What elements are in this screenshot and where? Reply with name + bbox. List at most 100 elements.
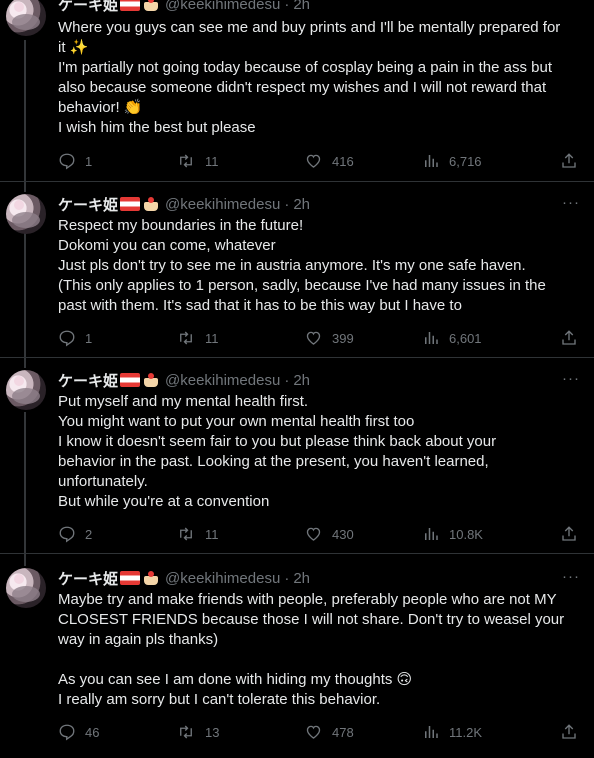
views-icon xyxy=(425,528,438,540)
like-button[interactable]: 478 xyxy=(304,723,422,741)
reply-count: 1 xyxy=(85,330,93,346)
retweet-count: 11 xyxy=(205,526,219,542)
tweet-actions: 1 11 399 6,601 xyxy=(58,328,578,348)
tweet-header: ケーキ姫 @keekihimedesu · 2h xyxy=(58,194,310,214)
tweet[interactable]: ケーキ姫 @keekihimedesu · 2h ··· Respect my … xyxy=(0,182,594,358)
views-icon xyxy=(425,155,438,167)
tweet-header: ケーキ姫 @keekihimedesu · 2h xyxy=(58,568,310,588)
tweet-line xyxy=(58,650,578,670)
handle[interactable]: @keekihimedesu xyxy=(165,0,280,13)
retweet-button[interactable]: 11 xyxy=(176,525,304,543)
retweet-button[interactable]: 13 xyxy=(176,723,304,741)
reply-button[interactable]: 1 xyxy=(58,329,176,347)
tweet-line: (This only applies to 1 person, sadly, b… xyxy=(58,277,546,294)
tweet-text: Maybe try and make friends with people, … xyxy=(58,590,578,710)
view-count: 10.8K xyxy=(449,526,483,542)
share-button[interactable] xyxy=(560,525,578,543)
reply-button[interactable]: 2 xyxy=(58,525,176,543)
tweet-line: But while you're at a convention xyxy=(58,493,270,510)
handle[interactable]: @keekihimedesu xyxy=(165,570,280,587)
display-name[interactable]: ケーキ姫 xyxy=(58,0,118,15)
tweet-line: Just pls don't try to see me in austria … xyxy=(58,257,526,274)
reply-button[interactable]: 46 xyxy=(58,723,176,741)
tweet-line: I know it doesn't seem fair to you but p… xyxy=(58,433,497,450)
like-count: 478 xyxy=(332,724,354,740)
avatar[interactable] xyxy=(6,370,46,410)
avatar[interactable] xyxy=(6,0,46,36)
tweet[interactable]: ケーキ姫 @keekihimedesu · 2h Where you guys … xyxy=(0,0,594,182)
tweet-actions: 2 11 430 10.8K xyxy=(58,524,578,544)
display-name[interactable]: ケーキ姫 xyxy=(58,194,118,215)
tweet-line: way in again pls thanks) xyxy=(58,631,219,648)
view-count: 11.2K xyxy=(449,724,483,740)
tweet[interactable]: ケーキ姫 @keekihimedesu · 2h ··· Maybe try a… xyxy=(0,554,594,758)
timestamp[interactable]: 2h xyxy=(293,0,310,13)
handle[interactable]: @keekihimedesu xyxy=(165,196,280,213)
views-icon xyxy=(425,726,438,738)
share-icon xyxy=(562,526,576,541)
cake-icon xyxy=(143,0,159,12)
reply-icon xyxy=(59,330,75,347)
austria-flag-icon xyxy=(120,571,141,585)
tweet-line: I'm partially not going today because of… xyxy=(58,59,553,76)
reply-icon xyxy=(59,526,75,543)
tweet-line: behavior in the past. Looking at the pre… xyxy=(58,453,489,470)
cake-icon xyxy=(143,570,159,586)
separator-dot: · xyxy=(284,371,290,389)
cake-icon xyxy=(143,196,159,212)
tweet-text: Respect my boundaries in the future! Dok… xyxy=(58,216,578,316)
tweet-line: I really am sorry but I can't tolerate t… xyxy=(58,691,381,708)
tweet-header: ケーキ姫 @keekihimedesu · 2h xyxy=(58,370,310,390)
share-button[interactable] xyxy=(560,152,578,170)
reply-count: 2 xyxy=(85,526,93,542)
retweet-icon xyxy=(180,154,192,168)
retweet-count: 11 xyxy=(205,330,219,346)
display-name[interactable]: ケーキ姫 xyxy=(58,370,118,391)
like-count: 416 xyxy=(332,153,354,169)
tweet-line: I wish him the best but please xyxy=(58,119,256,136)
tweet-line: CLOSEST FRIENDS because those I will not… xyxy=(58,611,565,628)
timestamp[interactable]: 2h xyxy=(293,570,310,587)
more-icon[interactable]: ··· xyxy=(562,370,580,387)
heart-icon xyxy=(306,154,321,168)
share-button[interactable] xyxy=(560,329,578,347)
like-button[interactable]: 399 xyxy=(304,329,422,347)
avatar[interactable] xyxy=(6,194,46,234)
like-count: 430 xyxy=(332,526,354,542)
like-button[interactable]: 416 xyxy=(304,152,422,170)
reply-icon xyxy=(59,724,75,741)
share-icon xyxy=(562,330,576,345)
tweet-actions: 1 11 416 6,716 xyxy=(58,151,578,171)
retweet-count: 13 xyxy=(205,724,220,740)
retweet-count: 11 xyxy=(205,153,219,169)
heart-icon xyxy=(306,725,321,739)
views-button[interactable]: 11.2K xyxy=(422,723,560,741)
more-icon[interactable]: ··· xyxy=(562,194,580,211)
tweet-line: behavior! 👏 xyxy=(58,99,143,116)
views-button[interactable]: 10.8K xyxy=(422,525,560,543)
tweet-actions: 46 13 478 11.2K xyxy=(58,722,578,742)
timestamp[interactable]: 2h xyxy=(293,372,310,389)
retweet-button[interactable]: 11 xyxy=(176,329,304,347)
view-count: 6,716 xyxy=(449,153,482,169)
views-button[interactable]: 6,716 xyxy=(422,152,560,170)
austria-flag-icon xyxy=(120,0,141,11)
separator-dot: · xyxy=(284,569,290,587)
share-button[interactable] xyxy=(560,723,578,741)
tweet-line: unfortunately. xyxy=(58,473,148,490)
timestamp[interactable]: 2h xyxy=(293,196,310,213)
retweet-icon xyxy=(180,725,192,739)
austria-flag-icon xyxy=(120,197,141,211)
more-icon[interactable]: ··· xyxy=(562,568,580,585)
views-button[interactable]: 6,601 xyxy=(422,329,560,347)
like-button[interactable]: 430 xyxy=(304,525,422,543)
handle[interactable]: @keekihimedesu xyxy=(165,372,280,389)
avatar[interactable] xyxy=(6,568,46,608)
display-name[interactable]: ケーキ姫 xyxy=(58,568,118,589)
retweet-button[interactable]: 11 xyxy=(176,152,304,170)
tweet-text: Put myself and my mental health first. Y… xyxy=(58,392,578,512)
tweet[interactable]: ケーキ姫 @keekihimedesu · 2h ··· Put myself … xyxy=(0,358,594,554)
reply-button[interactable]: 1 xyxy=(58,152,176,170)
like-count: 399 xyxy=(332,330,354,346)
separator-dot: · xyxy=(284,195,290,213)
